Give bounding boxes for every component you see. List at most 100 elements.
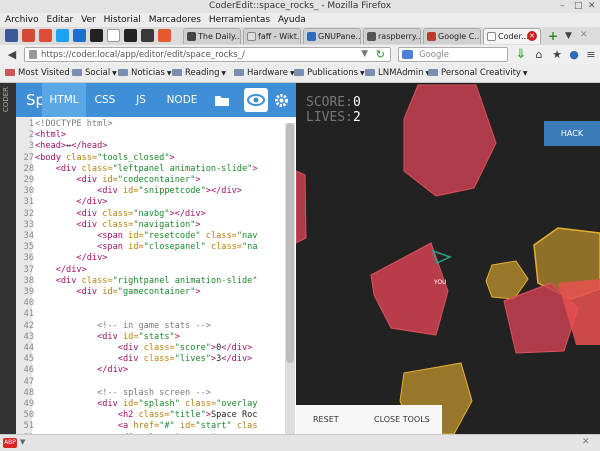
code-line[interactable]: 47 <box>16 377 286 388</box>
game-canvas[interactable]: SCORE:0 LIVES:2 YOU HACK RESET CLOSE TOO… <box>296 83 600 434</box>
folder-icon[interactable] <box>214 93 230 107</box>
menu-icon[interactable]: ≡ <box>584 48 598 62</box>
history-dropdown-icon[interactable]: ▼ <box>361 49 368 59</box>
pinned-tab-icon[interactable] <box>158 29 171 42</box>
menu-marcadores[interactable]: Marcadores <box>149 15 201 25</box>
adblock-dropdown-icon[interactable]: ▼ <box>20 438 25 446</box>
tab-coder[interactable]: Coder... ✕ <box>483 28 541 44</box>
bookmark-star-icon[interactable]: ★ <box>550 48 564 62</box>
close-statusbar-icon[interactable]: ✕ <box>582 437 590 447</box>
gear-icon[interactable] <box>274 93 289 108</box>
bookmark-folder-hardware[interactable]: Hardware ▼ <box>234 68 295 78</box>
bookmark-folder-reading[interactable]: Reading ▼ <box>172 68 226 78</box>
url-bar[interactable]: https://coder.local/app/editor/edit/spac… <box>24 47 391 62</box>
close-group-icon[interactable]: ✕ <box>580 30 588 40</box>
menu-editar[interactable]: Editar <box>47 15 74 25</box>
google-plus-icon[interactable] <box>39 29 52 42</box>
code-line[interactable]: 31 </div> <box>16 197 286 208</box>
bookmark-folder-personal-creativity[interactable]: Personal Creativity ▼ <box>428 68 528 78</box>
menu-historial[interactable]: Historial <box>104 15 141 25</box>
bookmark-folder-publications[interactable]: Publications ▼ <box>294 68 365 78</box>
code-line[interactable]: 28 <div class="leftpanel animation-slide… <box>16 164 286 175</box>
editor-scrollbar[interactable] <box>285 123 295 434</box>
download-arrow-icon[interactable]: ⇓ <box>514 48 528 62</box>
menu-ayuda[interactable]: Ayuda <box>278 15 306 25</box>
search-bar[interactable]: Google <box>398 47 508 62</box>
addon-icon[interactable]: ● <box>567 48 581 62</box>
tab-css[interactable]: CSS <box>86 83 124 117</box>
bookmark-folder-noticias[interactable]: Noticias ▼ <box>118 68 171 78</box>
new-tab-icon[interactable]: + <box>548 29 558 43</box>
search-engine-icon[interactable] <box>402 50 413 59</box>
pinned-tab-icon[interactable] <box>141 29 154 42</box>
home-icon[interactable]: ⌂ <box>532 48 546 62</box>
tab-html[interactable]: HTML <box>42 83 86 117</box>
coder-sidebar[interactable]: CODER <box>0 83 16 434</box>
code-line[interactable]: 1 <!DOCTYPE html> <box>16 119 286 130</box>
minimize-icon[interactable]: – <box>560 1 565 11</box>
twitter-icon[interactable] <box>56 29 69 42</box>
code-line[interactable]: 51 <a href="#" id="start" clas <box>16 421 286 432</box>
tab-node[interactable]: NODE <box>158 83 206 117</box>
code-line[interactable]: 2 <html> <box>16 130 286 141</box>
code-line[interactable]: 38 <div class="rightpanel animation-slid… <box>16 276 286 287</box>
code-line[interactable]: 33 <div class="navigation"> <box>16 220 286 231</box>
reload-icon[interactable]: ↻ <box>376 48 385 61</box>
search-input[interactable]: Google <box>419 50 449 60</box>
menu-herramientas[interactable]: Herramientas <box>209 15 270 25</box>
code-line[interactable]: 29 <div id="codecontainer"> <box>16 175 286 186</box>
pinned-tab-icon[interactable] <box>124 29 137 42</box>
tab-gnupanel[interactable]: GNUPane... <box>303 28 361 44</box>
code-line[interactable]: 46 </div> <box>16 365 286 376</box>
hack-button[interactable]: HACK <box>544 121 600 146</box>
code-line[interactable]: 3 <head>↔</head> <box>16 141 286 152</box>
code-line[interactable]: 30 <div id="snippetcode"></div> <box>16 186 286 197</box>
code-line[interactable]: 35 <span id="closepanel" class="na <box>16 242 286 253</box>
close-tab-icon[interactable]: ✕ <box>527 31 537 41</box>
tab-google[interactable]: Google C... <box>423 28 481 44</box>
bookmark-folder-social[interactable]: Social ▼ <box>72 68 117 78</box>
pinned-tab-icon[interactable] <box>90 29 103 42</box>
tab-list-chevron-down-icon[interactable]: ▼ <box>565 31 572 41</box>
close-window-icon[interactable]: ✕ <box>588 1 596 11</box>
code-editor[interactable]: 1 <!DOCTYPE html> 2 <html> 3 <head>↔</head> 27… <box>16 117 296 434</box>
code-line[interactable]: 42 <!-- in game stats --> <box>16 321 286 332</box>
maximize-icon[interactable]: □ <box>574 1 583 11</box>
menu-archivo[interactable]: Archivo <box>5 15 39 25</box>
code-line[interactable]: 40 <box>16 298 286 309</box>
facebook-icon[interactable] <box>5 29 18 42</box>
tab-js[interactable]: JS <box>124 83 158 117</box>
code-line[interactable]: 43 <div id="stats"> <box>16 332 286 343</box>
code-line[interactable]: 45 <div class="lives">3</div> <box>16 354 286 365</box>
code-line[interactable]: 34 <span id="resetcode" class="nav <box>16 231 286 242</box>
asteroid <box>403 84 497 197</box>
tab-wiktionary[interactable]: faff - Wikt... <box>243 28 301 44</box>
code-line[interactable]: 36 </div> <box>16 253 286 264</box>
tab-daily[interactable]: The Daily... <box>183 28 241 44</box>
adblock-icon[interactable]: ABP <box>3 438 17 448</box>
code-line[interactable]: 44 <div class="score">0</div> <box>16 343 286 354</box>
gmail-icon[interactable] <box>22 29 35 42</box>
asteroid <box>296 170 307 244</box>
code-line[interactable]: 32 <div class="navbg"></div> <box>16 209 286 220</box>
code-line[interactable]: 37 </div> <box>16 265 286 276</box>
code-line[interactable]: 50 <h2 class="title">Space Roc <box>16 410 286 421</box>
close-tools-button[interactable]: CLOSE TOOLS <box>374 415 430 424</box>
pinned-tab-icon[interactable] <box>107 29 120 42</box>
bookmark-folder-lnmadmin[interactable]: LNMAdmin ▼ <box>365 68 430 78</box>
code-line[interactable]: 39 <div id="gamecontainer"> <box>16 287 286 298</box>
editor-scrollbar-thumb[interactable] <box>286 123 294 363</box>
bookmark-most-visited[interactable]: Most Visited ▼ <box>5 68 76 78</box>
pinned-tab-icon[interactable] <box>73 29 86 42</box>
code-line[interactable]: 49 <div id="splash" class="overlay <box>16 399 286 410</box>
code-text: </div> <box>35 197 108 208</box>
code-line[interactable]: 27 <body class="tools_closed"> <box>16 153 286 164</box>
preview-toggle-button[interactable] <box>244 88 268 112</box>
code-line[interactable]: 48 <!-- splash screen --> <box>16 388 286 399</box>
reset-button[interactable]: RESET <box>313 415 339 424</box>
tab-raspberry[interactable]: raspberry... <box>363 28 421 44</box>
back-arrow-icon[interactable]: ◀ <box>5 48 19 62</box>
menu-ver[interactable]: Ver <box>81 15 96 25</box>
code-line[interactable]: 41 <box>16 309 286 320</box>
line-number: 46 <box>23 365 34 376</box>
